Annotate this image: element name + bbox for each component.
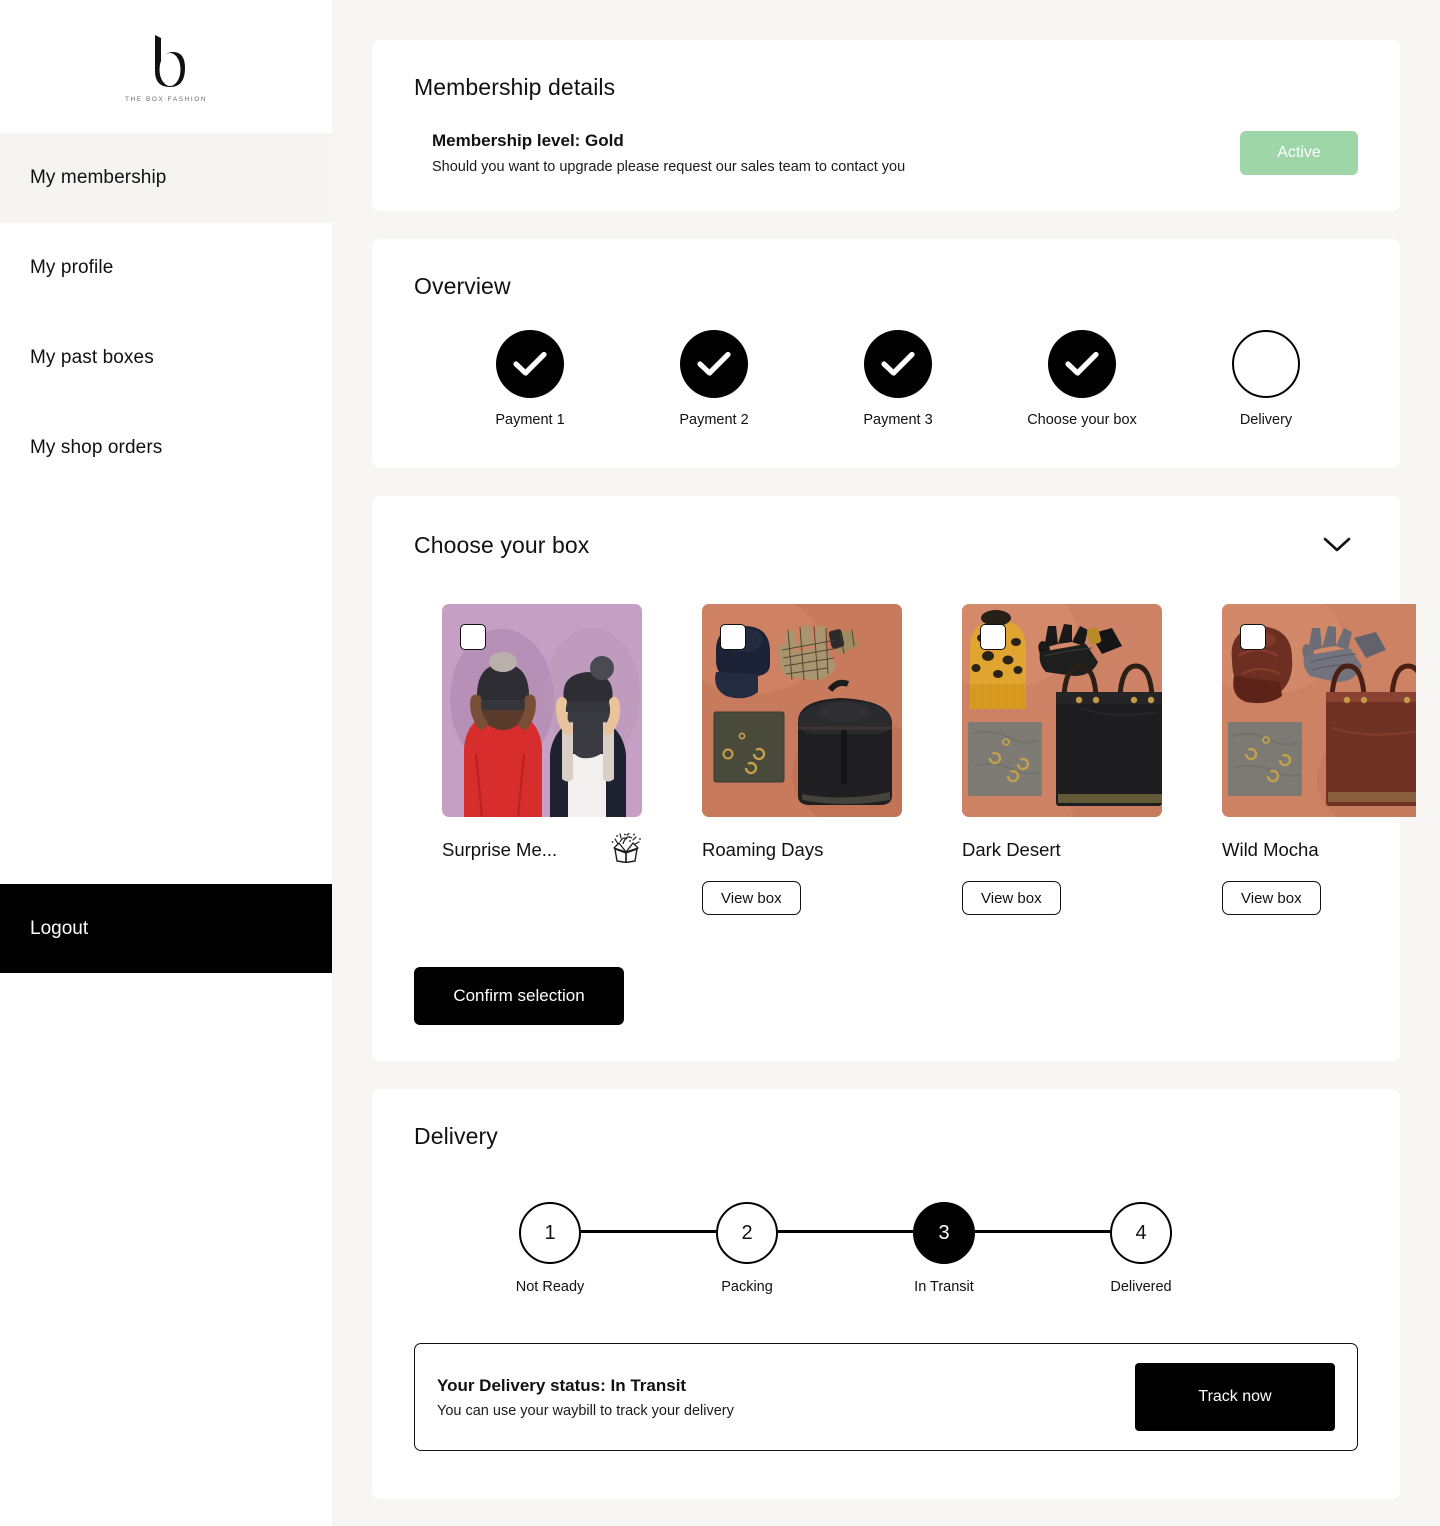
sidebar-item-my-shop-orders[interactable]: My shop orders: [0, 403, 332, 493]
box-select-checkbox[interactable]: [980, 624, 1006, 650]
brand-b-icon: [155, 34, 185, 87]
overview-step-label: Delivery: [1239, 412, 1293, 428]
box-select-checkbox[interactable]: [1240, 624, 1266, 650]
membership-row: Membership level: Gold Should you want t…: [414, 131, 1358, 175]
delivery-step-number: 2: [716, 1202, 778, 1264]
delivery-card: Delivery 1 Not Ready 2 Packing 3 In Tran…: [372, 1089, 1400, 1499]
membership-note: Should you want to upgrade please reques…: [432, 159, 906, 175]
view-box-button[interactable]: View box: [962, 881, 1061, 915]
membership-text-block: Membership level: Gold Should you want t…: [432, 131, 905, 175]
main-content: Membership details Membership level: Gol…: [332, 0, 1440, 1526]
box-select-checkbox[interactable]: [460, 624, 486, 650]
sidebar-item-label: My membership: [30, 167, 167, 188]
delivery-status-box: Your Delivery status: In Transit You can…: [414, 1343, 1358, 1451]
sidebar-item-my-past-boxes[interactable]: My past boxes: [0, 313, 332, 403]
box-card-dark-desert[interactable]: Dark Desert View box: [962, 604, 1162, 915]
sidebar-item-my-profile[interactable]: My profile: [0, 223, 332, 313]
delivery-status-text: Your Delivery status: In Transit You can…: [437, 1376, 734, 1419]
sidebar-item-label: My past boxes: [30, 347, 154, 368]
overview-step-label: Payment 2: [679, 412, 749, 428]
delivery-step-in-transit: 3 In Transit: [913, 1202, 975, 1295]
overview-step-label: Choose your box: [1027, 412, 1137, 428]
delivery-step-label: Not Ready: [515, 1279, 585, 1295]
brand-tagline: THE BOX FASHION: [124, 95, 208, 103]
sidebar-nav: My membership My profile My past boxes M…: [0, 133, 332, 493]
box-name-row: Surprise Me...: [442, 832, 642, 868]
box-name-row: Wild Mocha: [1222, 835, 1416, 865]
box-name: Roaming Days: [702, 839, 824, 860]
view-box-button[interactable]: View box: [702, 881, 801, 915]
delivery-title: Delivery: [414, 1123, 498, 1149]
box-name-row: Roaming Days: [702, 835, 902, 865]
delivery-step-label: In Transit: [914, 1279, 974, 1295]
choose-your-box-card: Choose your box Surprise Me... Roaming D…: [372, 496, 1416, 1061]
box-name: Wild Mocha: [1222, 839, 1319, 860]
tracker-connector: [778, 1230, 913, 1233]
box-card-roaming-days[interactable]: Roaming Days View box: [702, 604, 902, 915]
sidebar-item-label: My profile: [30, 257, 114, 278]
overview-step-payment-1: Payment 1: [438, 330, 622, 428]
box-thumbnail[interactable]: [702, 604, 902, 817]
delivery-step-label: Packing: [721, 1279, 773, 1295]
logout-button[interactable]: Logout: [0, 884, 332, 973]
surprise-box-icon: [610, 832, 642, 868]
sidebar: THE BOX FASHION My membership My profile…: [0, 0, 332, 1526]
membership-details-card: Membership details Membership level: Gol…: [372, 40, 1400, 211]
box-name: Dark Desert: [962, 839, 1061, 860]
sidebar-item-my-membership[interactable]: My membership: [0, 133, 332, 223]
box-name: Surprise Me...: [442, 839, 558, 860]
brand-logo[interactable]: THE BOX FASHION: [0, 0, 332, 133]
app-root: THE BOX FASHION My membership My profile…: [0, 0, 1440, 1526]
overview-step-delivery: Delivery: [1174, 330, 1358, 428]
box-thumbnail[interactable]: [962, 604, 1162, 817]
check-icon: [1048, 330, 1116, 398]
delivery-step-packing: 2 Packing: [716, 1202, 778, 1295]
sidebar-item-label: My shop orders: [30, 437, 163, 458]
box-carousel[interactable]: Surprise Me... Roaming Days View box Dar…: [414, 604, 1416, 915]
tracker-connector: [975, 1230, 1110, 1233]
logout-label: Logout: [30, 917, 89, 939]
view-box-button[interactable]: View box: [1222, 881, 1321, 915]
overview-step-payment-2: Payment 2: [622, 330, 806, 428]
choose-box-title: Choose your box: [414, 531, 590, 558]
delivery-step-not-ready: 1 Not Ready: [516, 1202, 584, 1295]
box-select-checkbox[interactable]: [720, 624, 746, 650]
overview-steps: Payment 1 Payment 2 Payment 3 Choose you…: [414, 330, 1358, 428]
box-thumbnail[interactable]: [1222, 604, 1416, 817]
overview-step-label: Payment 1: [495, 412, 565, 428]
membership-level: Membership level: Gold: [432, 131, 624, 150]
overview-step-label: Payment 3: [863, 412, 933, 428]
empty-circle-icon: [1232, 330, 1300, 398]
check-icon: [496, 330, 564, 398]
delivery-status-subtitle: You can use your waybill to track your d…: [437, 1402, 734, 1419]
choose-box-header: Choose your box: [414, 530, 1358, 560]
page-title: Membership details: [414, 74, 616, 100]
box-card-surprise-me[interactable]: Surprise Me...: [442, 604, 642, 915]
status-badge[interactable]: Active: [1240, 131, 1358, 175]
delivery-tracker: 1 Not Ready 2 Packing 3 In Transit 4 Del…: [414, 1202, 1358, 1295]
overview-title: Overview: [414, 273, 511, 299]
overview-step-payment-3: Payment 3: [806, 330, 990, 428]
overview-card: Overview Payment 1 Payment 2 Payment 3 C…: [372, 239, 1400, 468]
delivery-step-label: Delivered: [1110, 1279, 1172, 1295]
box-card-wild-mocha[interactable]: Wild Mocha View box: [1222, 604, 1416, 915]
confirm-selection-button[interactable]: Confirm selection: [414, 967, 624, 1025]
tracker-connector: [581, 1230, 716, 1233]
box-thumbnail[interactable]: [442, 604, 642, 817]
chevron-down-icon[interactable]: [1316, 530, 1358, 560]
overview-step-choose-your-box: Choose your box: [990, 330, 1174, 428]
delivery-step-delivered: 4 Delivered: [1110, 1202, 1172, 1295]
delivery-step-number: 3: [913, 1202, 975, 1264]
check-icon: [680, 330, 748, 398]
delivery-step-number: 1: [519, 1202, 581, 1264]
delivery-status-title: Your Delivery status: In Transit: [437, 1375, 687, 1395]
track-now-button[interactable]: Track now: [1135, 1363, 1335, 1431]
check-icon: [864, 330, 932, 398]
delivery-step-number: 4: [1110, 1202, 1172, 1264]
box-name-row: Dark Desert: [962, 835, 1162, 865]
